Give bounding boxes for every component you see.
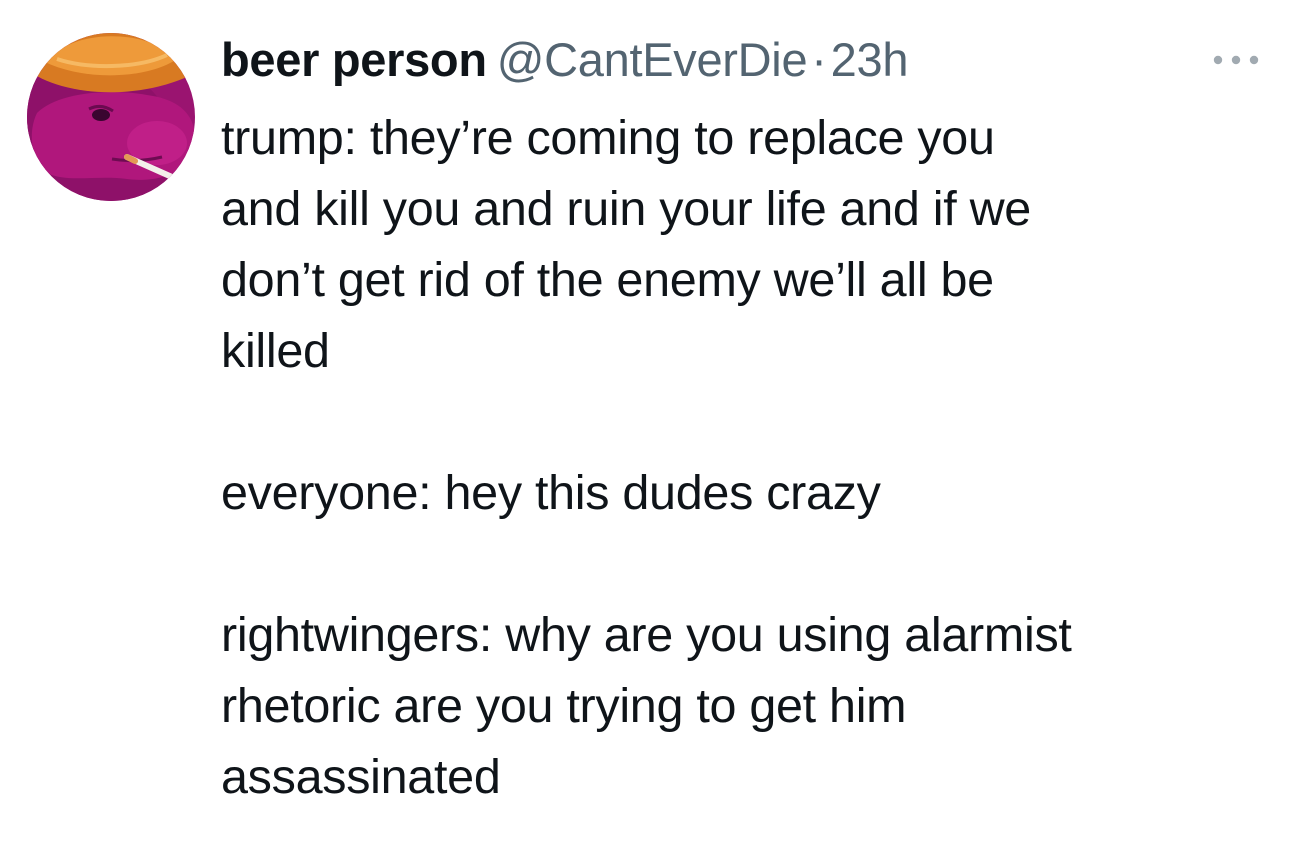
tweet-text-line: don’t get rid of the enemy we’ll all be xyxy=(221,253,994,307)
avatar-image xyxy=(27,33,195,201)
tweet-text-line: assassinated xyxy=(221,750,501,804)
tweet-text: trump: they’re coming to replace you and… xyxy=(221,103,1266,813)
tweet: beer person @CantEverDie·23h trump: they’… xyxy=(0,0,1290,852)
tweet-header: beer person @CantEverDie·23h xyxy=(221,30,908,90)
tweet-text-line: killed xyxy=(221,324,330,378)
tweet-text-line: rhetoric are you trying to get him xyxy=(221,679,907,733)
tweet-timestamp[interactable]: 23h xyxy=(831,33,909,86)
tweet-text-line: rightwingers: why are you using alarmist xyxy=(221,608,1072,662)
tweet-text-line: trump: they’re coming to replace you xyxy=(221,111,995,165)
author-handle[interactable]: @CantEverDie xyxy=(497,33,808,86)
author-avatar[interactable] xyxy=(27,33,195,201)
author-display-name[interactable]: beer person xyxy=(221,33,487,86)
tweet-text-line: and kill you and ruin your life and if w… xyxy=(221,182,1031,236)
tweet-text-line: everyone: hey this dudes crazy xyxy=(221,466,881,520)
more-options-button[interactable] xyxy=(1208,44,1264,76)
more-options-icon xyxy=(1213,55,1259,65)
header-separator: · xyxy=(811,33,827,86)
